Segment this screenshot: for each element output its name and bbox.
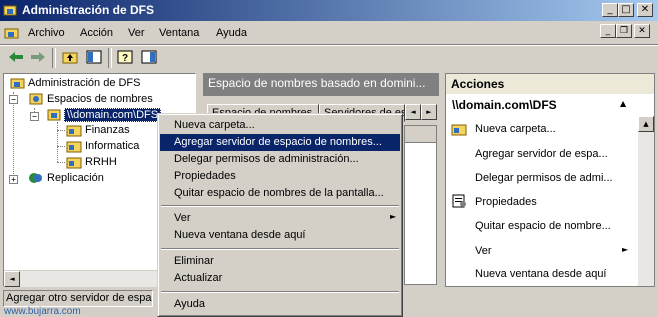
- action-ver[interactable]: Ver: [475, 245, 492, 257]
- results-pane-header: Espacio de nombres basado en domini...: [203, 73, 439, 96]
- menu-archivo[interactable]: Archivo: [28, 27, 65, 39]
- context-item-eliminar[interactable]: Eliminar: [160, 253, 400, 270]
- title-bar[interactable]: Administración de DFS _ □ ✕: [0, 0, 658, 21]
- tree-line: [57, 146, 65, 147]
- menu-ver[interactable]: Ver: [128, 27, 145, 39]
- mdi-restore-button[interactable]: ❐: [616, 24, 632, 38]
- action-quitar-espacio[interactable]: Quitar espacio de nombre...: [475, 220, 611, 232]
- tree-line: [57, 130, 65, 131]
- actions-vertical-scrollbar[interactable]: ▲: [638, 116, 654, 286]
- context-item-actualizar[interactable]: Actualizar: [160, 270, 400, 287]
- tree-namespace-label: \\domain.com\DFS: [64, 108, 162, 122]
- show-hide-action-pane-icon[interactable]: [139, 48, 159, 68]
- scroll-up-icon[interactable]: ▲: [638, 116, 654, 132]
- context-item-quitar-espacio[interactable]: Quitar espacio de nombres de la pantalla…: [160, 185, 400, 202]
- replication-icon: [29, 173, 42, 183]
- scroll-left-icon[interactable]: ◄: [4, 271, 20, 287]
- context-item-nueva-carpeta[interactable]: Nueva carpeta...: [160, 117, 400, 134]
- back-arrow-icon[interactable]: [6, 48, 26, 68]
- tree-folder-label: Finanzas: [85, 124, 130, 136]
- submenu-arrow-icon: ►: [622, 245, 629, 254]
- context-item-agregar-servidor[interactable]: Agregar servidor de espacio de nombres..…: [160, 134, 400, 151]
- context-separator: [161, 291, 399, 293]
- watermark: www.bujarra.com: [4, 306, 81, 317]
- status-text: Agregar otro servidor de espacio: [3, 290, 153, 307]
- system-menu-icon[interactable]: [4, 25, 20, 41]
- action-delegar-permisos[interactable]: Delegar permisos de admi...: [475, 172, 613, 184]
- window-title: Administración de DFS: [22, 3, 155, 17]
- tree-root-label: Administración de DFS: [28, 77, 141, 89]
- mdi-close-button[interactable]: ✕: [634, 24, 650, 38]
- context-item-propiedades[interactable]: Propiedades: [160, 168, 400, 185]
- menu-ayuda[interactable]: Ayuda: [216, 27, 247, 39]
- maximize-button[interactable]: □: [618, 3, 634, 17]
- dfs-app-icon: [3, 3, 18, 18]
- action-agregar-servidor[interactable]: Agregar servidor de espa...: [475, 148, 608, 160]
- tree-folder-label: RRHH: [85, 156, 117, 168]
- tree-replication-label: Replicación: [47, 172, 104, 184]
- svg-text:?: ?: [122, 53, 128, 64]
- up-folder-icon[interactable]: [60, 48, 80, 68]
- action-propiedades[interactable]: Propiedades: [475, 196, 537, 208]
- properties-icon: [451, 194, 467, 208]
- namespace-node-icon: [47, 109, 61, 121]
- action-nueva-ventana[interactable]: Nueva ventana desde aquí: [475, 268, 607, 280]
- folder-icon: [66, 157, 82, 169]
- menu-separator: [0, 44, 658, 46]
- menu-ventana[interactable]: Ventana: [159, 27, 199, 39]
- actions-title: Acciones: [451, 77, 505, 91]
- close-button[interactable]: ✕: [637, 3, 653, 17]
- toolbar-separator: [52, 48, 56, 68]
- actions-header: Acciones: [446, 74, 654, 94]
- tree-line: [13, 92, 14, 180]
- context-separator: [161, 248, 399, 250]
- minimize-button[interactable]: _: [602, 3, 618, 17]
- tree-line: [57, 122, 58, 162]
- action-nueva-carpeta[interactable]: Nueva carpeta...: [475, 123, 556, 135]
- actions-context-header[interactable]: \\domain.com\DFS ▲: [446, 94, 654, 116]
- context-item-delegar-permisos[interactable]: Delegar permisos de administración...: [160, 151, 400, 168]
- show-hide-tree-icon[interactable]: [84, 48, 104, 68]
- new-folder-icon: [451, 122, 467, 136]
- tree-line: [57, 162, 65, 163]
- results-pane-title: Espacio de nombres basado en domini...: [208, 76, 426, 90]
- collapse-icon[interactable]: ▲: [620, 99, 626, 108]
- dfs-root-icon: [10, 78, 25, 89]
- collapse-namespace-expander[interactable]: −: [30, 112, 39, 121]
- folder-icon: [66, 125, 82, 137]
- folder-icon: [66, 141, 82, 153]
- context-separator: [161, 205, 399, 207]
- forward-arrow-icon[interactable]: [28, 48, 48, 68]
- tree-folder-label: Informatica: [85, 140, 140, 152]
- collapse-namespaces-expander[interactable]: −: [9, 95, 18, 104]
- results-list[interactable]: [404, 125, 437, 285]
- toolbar-separator: [108, 48, 112, 68]
- namespaces-icon: [29, 93, 43, 105]
- submenu-arrow-icon: ►: [390, 212, 397, 221]
- tree-namespaces-label: Espacios de nombres: [47, 93, 153, 105]
- tab-scroll-right-button[interactable]: ►: [421, 104, 437, 120]
- context-item-nueva-ventana[interactable]: Nueva ventana desde aquí: [160, 227, 400, 244]
- tab-scroll-left-button[interactable]: ◄: [405, 104, 421, 120]
- context-item-ayuda[interactable]: Ayuda: [160, 296, 400, 313]
- actions-context-label: \\domain.com\DFS: [452, 98, 557, 112]
- mdi-minimize-button[interactable]: _: [600, 24, 616, 38]
- list-column-header[interactable]: [405, 126, 436, 143]
- expand-replication-expander[interactable]: +: [9, 175, 18, 184]
- help-icon[interactable]: ?: [115, 48, 135, 68]
- menu-accion[interactable]: Acción: [80, 27, 113, 39]
- context-item-ver[interactable]: Ver: [160, 210, 400, 227]
